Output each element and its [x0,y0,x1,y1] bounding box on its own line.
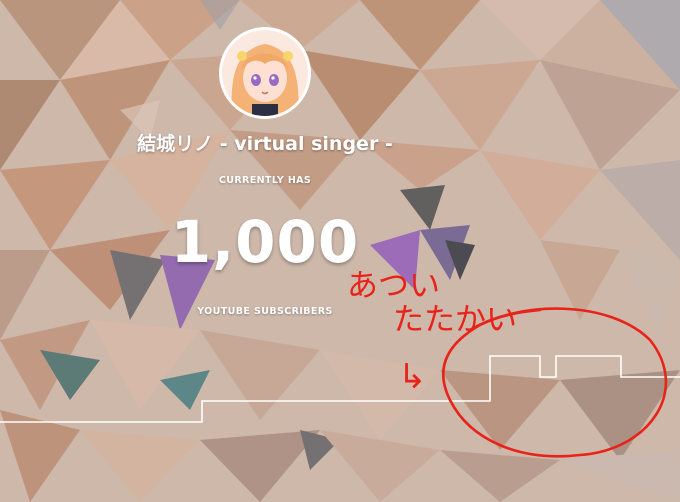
annotation-line1: あつい [347,268,440,304]
annotation-line2: たたかい [393,302,517,338]
handwritten-annotation: あつい たたかい ↳ [347,268,668,458]
annotation-arrow-icon: ↳ [398,357,427,397]
